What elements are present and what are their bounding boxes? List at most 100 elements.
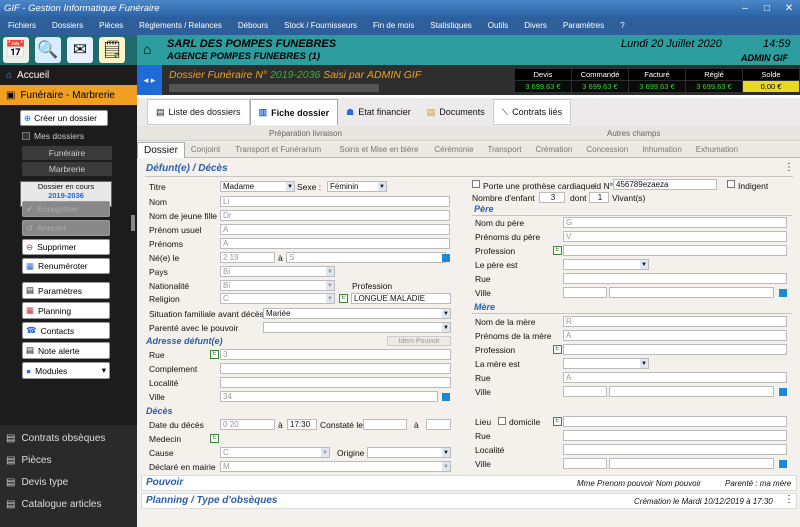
- mail-icon[interactable]: ✉: [67, 37, 93, 63]
- delete-button[interactable]: ⊖ Supprimer: [22, 239, 110, 255]
- calendar-icon[interactable]: 📅: [3, 37, 29, 63]
- rue-lieu-input[interactable]: [563, 430, 787, 441]
- tab-documents[interactable]: ▤ Documents: [419, 99, 493, 125]
- constate-date-input[interactable]: [363, 419, 407, 430]
- menu-help[interactable]: ?: [612, 17, 632, 35]
- subtab-concession[interactable]: Concession: [579, 145, 635, 154]
- address-complement-input[interactable]: [220, 363, 451, 374]
- sidebar-resize-handle[interactable]: [131, 215, 135, 231]
- menu-divers[interactable]: Divers: [516, 17, 555, 35]
- edit-icon[interactable]: E: [210, 350, 219, 359]
- lookup-icon[interactable]: [779, 460, 787, 468]
- cp-pere-input[interactable]: [563, 287, 607, 298]
- tab-contrats-lies[interactable]: ⟍ Contrats liés: [492, 99, 572, 125]
- rue-pere-input[interactable]: [563, 273, 787, 284]
- sidebar-item-funeraire[interactable]: ▣ Funéraire - Marbrerie: [0, 85, 137, 105]
- pays-select[interactable]: Bi ▼: [220, 266, 335, 277]
- tab-etat-financier[interactable]: ☗ Etat financier: [338, 99, 419, 125]
- home-icon[interactable]: ⌂: [143, 41, 151, 57]
- prenom-usuel-input[interactable]: A: [220, 224, 450, 235]
- edit-icon[interactable]: E: [210, 434, 219, 443]
- titre-select[interactable]: Madame ▼: [220, 181, 295, 192]
- menu-fin-de-mois[interactable]: Fin de mois: [365, 17, 422, 35]
- dossier-nav-arrows[interactable]: ◂ ▸: [137, 65, 162, 95]
- menu-stock[interactable]: Stock / Fournisseurs: [276, 17, 365, 35]
- edit-icon[interactable]: E: [339, 294, 348, 303]
- menu-statistiques[interactable]: Statistiques: [422, 17, 479, 35]
- cause-select[interactable]: C ▼: [220, 447, 330, 458]
- cp-lieu-input[interactable]: [563, 458, 607, 469]
- edit-icon[interactable]: E: [553, 345, 562, 354]
- group-preparation[interactable]: Préparation livraison: [269, 129, 342, 138]
- indigent-checkbox[interactable]: [727, 180, 735, 188]
- religion-select[interactable]: C ▼: [220, 293, 335, 304]
- nb-enfant-input[interactable]: 3: [539, 192, 565, 203]
- sexe-select[interactable]: Féminin ▼: [327, 181, 387, 192]
- subtab-cremation[interactable]: Crémation: [528, 145, 579, 154]
- nom-mere-input[interactable]: R: [563, 316, 787, 327]
- nom-pere-input[interactable]: G: [563, 217, 787, 228]
- pere-est-select[interactable]: ▼: [563, 259, 649, 270]
- menu-dossiers[interactable]: Dossiers: [44, 17, 91, 35]
- close-button[interactable]: ✕: [778, 0, 800, 17]
- minimize-button[interactable]: –: [734, 0, 756, 17]
- subtab-transport-funerarium[interactable]: Transport et Funérarium: [226, 145, 330, 154]
- death-time-input[interactable]: 17:30: [287, 419, 317, 430]
- address-rue-input[interactable]: 3: [220, 349, 451, 360]
- profession-input[interactable]: LONGUE MALADIE: [351, 293, 451, 304]
- search-icon[interactable]: 🔍: [35, 37, 61, 63]
- modules-button[interactable]: ● Modules ▾: [22, 362, 110, 379]
- lookup-icon[interactable]: [779, 388, 787, 396]
- nationalite-select[interactable]: Bi ▼: [220, 280, 335, 291]
- tab-fiche-dossier[interactable]: ▥ Fiche dossier: [249, 99, 339, 125]
- save-button[interactable]: ✔ Enregistrer: [22, 201, 110, 217]
- lieu-input[interactable]: [563, 416, 787, 427]
- prenoms-pere-input[interactable]: V: [563, 231, 787, 242]
- situation-select[interactable]: Mariée ▼: [263, 308, 451, 319]
- birth-place-input[interactable]: S: [286, 252, 446, 263]
- cancel-button[interactable]: ↺ Annuler: [22, 220, 110, 236]
- profession-mere-input[interactable]: [563, 344, 787, 355]
- subtab-conjoint[interactable]: Conjoint: [185, 145, 226, 154]
- idem-pouvoir-button[interactable]: Idem Pouvoir: [387, 336, 451, 346]
- tab-liste-dossiers[interactable]: ▤ Liste des dossiers: [147, 99, 250, 125]
- parente-select[interactable]: ▼: [263, 322, 451, 333]
- vivants-input[interactable]: 1: [589, 192, 609, 203]
- sidebar-item-funeraire-sub[interactable]: Funéraire: [22, 146, 112, 160]
- nom-jeune-fille-input[interactable]: Dr: [220, 210, 450, 221]
- subtab-exhumation[interactable]: Exhumation: [689, 145, 745, 154]
- address-ville-input[interactable]: 34: [220, 391, 438, 402]
- prenoms-mere-input[interactable]: A: [563, 330, 787, 341]
- subtab-ceremonie[interactable]: Cérémonie: [427, 145, 480, 154]
- bottom-nav-catalogue[interactable]: ▤ Catalogue articles: [0, 493, 137, 515]
- more-options-icon[interactable]: ⋮: [784, 494, 794, 505]
- parametres-button[interactable]: ▤ Paramètres: [22, 282, 110, 299]
- menu-parametres[interactable]: Paramètres: [555, 17, 612, 35]
- cp-mere-input[interactable]: [563, 386, 607, 397]
- group-autres-champs[interactable]: Autres champs: [607, 129, 660, 138]
- localite-lieu-input[interactable]: [563, 444, 787, 455]
- subtab-soins[interactable]: Soins et Mise en bière: [330, 145, 427, 154]
- subtab-dossier[interactable]: Dossier: [137, 141, 185, 158]
- profession-pere-input[interactable]: [563, 245, 787, 256]
- declare-select[interactable]: M ▼: [220, 461, 451, 472]
- planning-button[interactable]: ▦ Planning: [22, 302, 110, 319]
- menu-debours[interactable]: Débours: [230, 17, 276, 35]
- origine-select[interactable]: ▼: [367, 447, 451, 458]
- create-dossier-button[interactable]: ⊕ Créer un dossier: [20, 110, 108, 126]
- bottom-nav-contrats[interactable]: ▤ Contrats obsèques: [0, 427, 137, 449]
- menu-reglements[interactable]: Règlements / Relances: [131, 17, 230, 35]
- rue-mere-input[interactable]: A: [563, 372, 787, 383]
- birth-date-input[interactable]: 2 19: [220, 252, 275, 263]
- bottom-nav-pieces[interactable]: ▤ Pièces: [0, 449, 137, 471]
- domicile-checkbox[interactable]: [498, 417, 506, 425]
- contacts-button[interactable]: ☎ Contacts: [22, 322, 110, 339]
- ville-lieu-input[interactable]: [609, 458, 774, 469]
- death-date-input[interactable]: 0 20: [220, 419, 275, 430]
- address-localite-input[interactable]: [220, 377, 451, 388]
- ville-pere-input[interactable]: [609, 287, 774, 298]
- constate-time-input[interactable]: [426, 419, 451, 430]
- maximize-button[interactable]: □: [756, 0, 778, 17]
- edit-icon[interactable]: E: [553, 417, 562, 426]
- subtab-inhumation[interactable]: Inhumation: [635, 145, 689, 154]
